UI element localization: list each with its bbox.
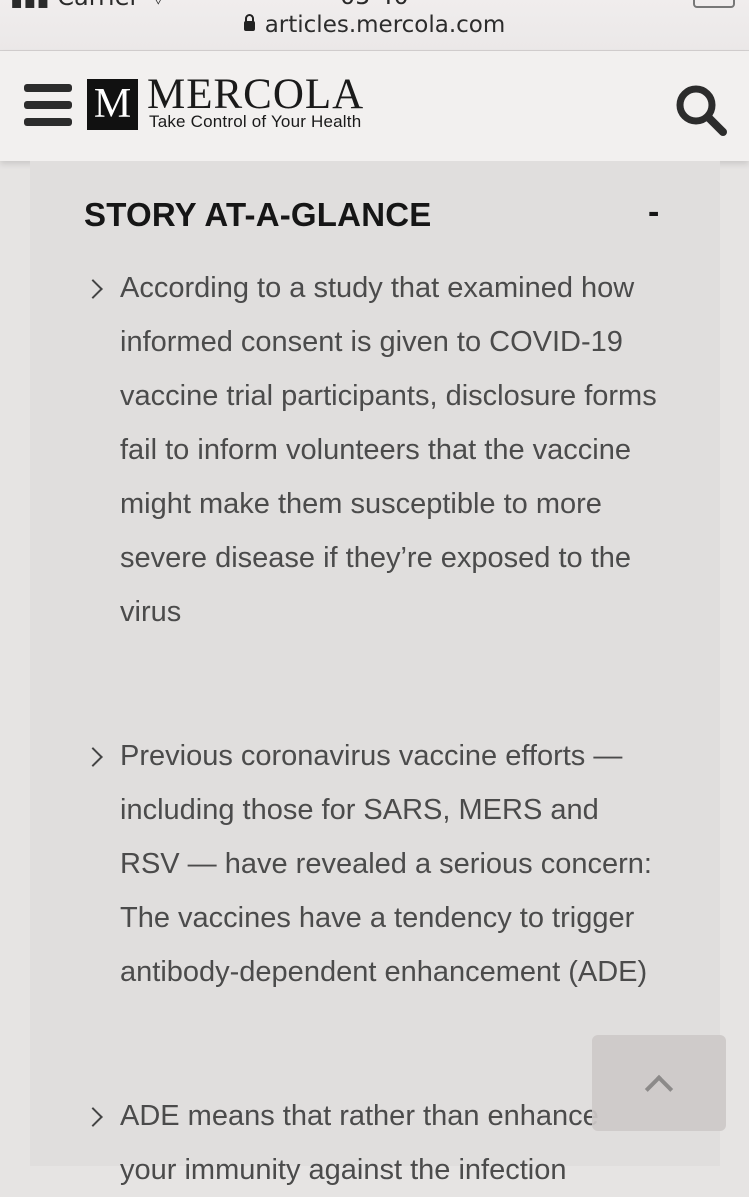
battery-icon [693, 0, 735, 8]
browser-status-bar: ▮▮▮ Carrier ⌔ 05 40 articles.mercola.com [0, 0, 749, 51]
lock-icon [243, 14, 255, 31]
address-bar[interactable]: articles.mercola.com [0, 12, 749, 38]
chevron-up-icon [644, 1074, 674, 1104]
glance-item: Previous coronavirus vaccine efforts — i… [120, 740, 652, 988]
glance-item: According to a study that examined how i… [120, 272, 657, 628]
hamburger-menu-icon[interactable] [24, 84, 72, 126]
logo-mark[interactable]: M [87, 79, 138, 130]
clock: 05 40 [340, 0, 409, 10]
carrier-signal: ▮▮▮ Carrier ⌔ [10, 0, 170, 12]
scroll-to-top-button[interactable] [592, 1035, 726, 1131]
search-icon[interactable] [673, 82, 729, 138]
url-text: articles.mercola.com [264, 12, 506, 38]
glance-title: STORY AT-A-GLANCE [84, 196, 432, 233]
brand-tagline: Take Control of Your Health [149, 112, 362, 131]
collapse-toggle[interactable]: - [648, 193, 659, 232]
site-header: M MERCOLA Take Control of Your Health [0, 51, 749, 161]
glance-item: ADE means that rather than enhance your … [120, 1100, 599, 1186]
